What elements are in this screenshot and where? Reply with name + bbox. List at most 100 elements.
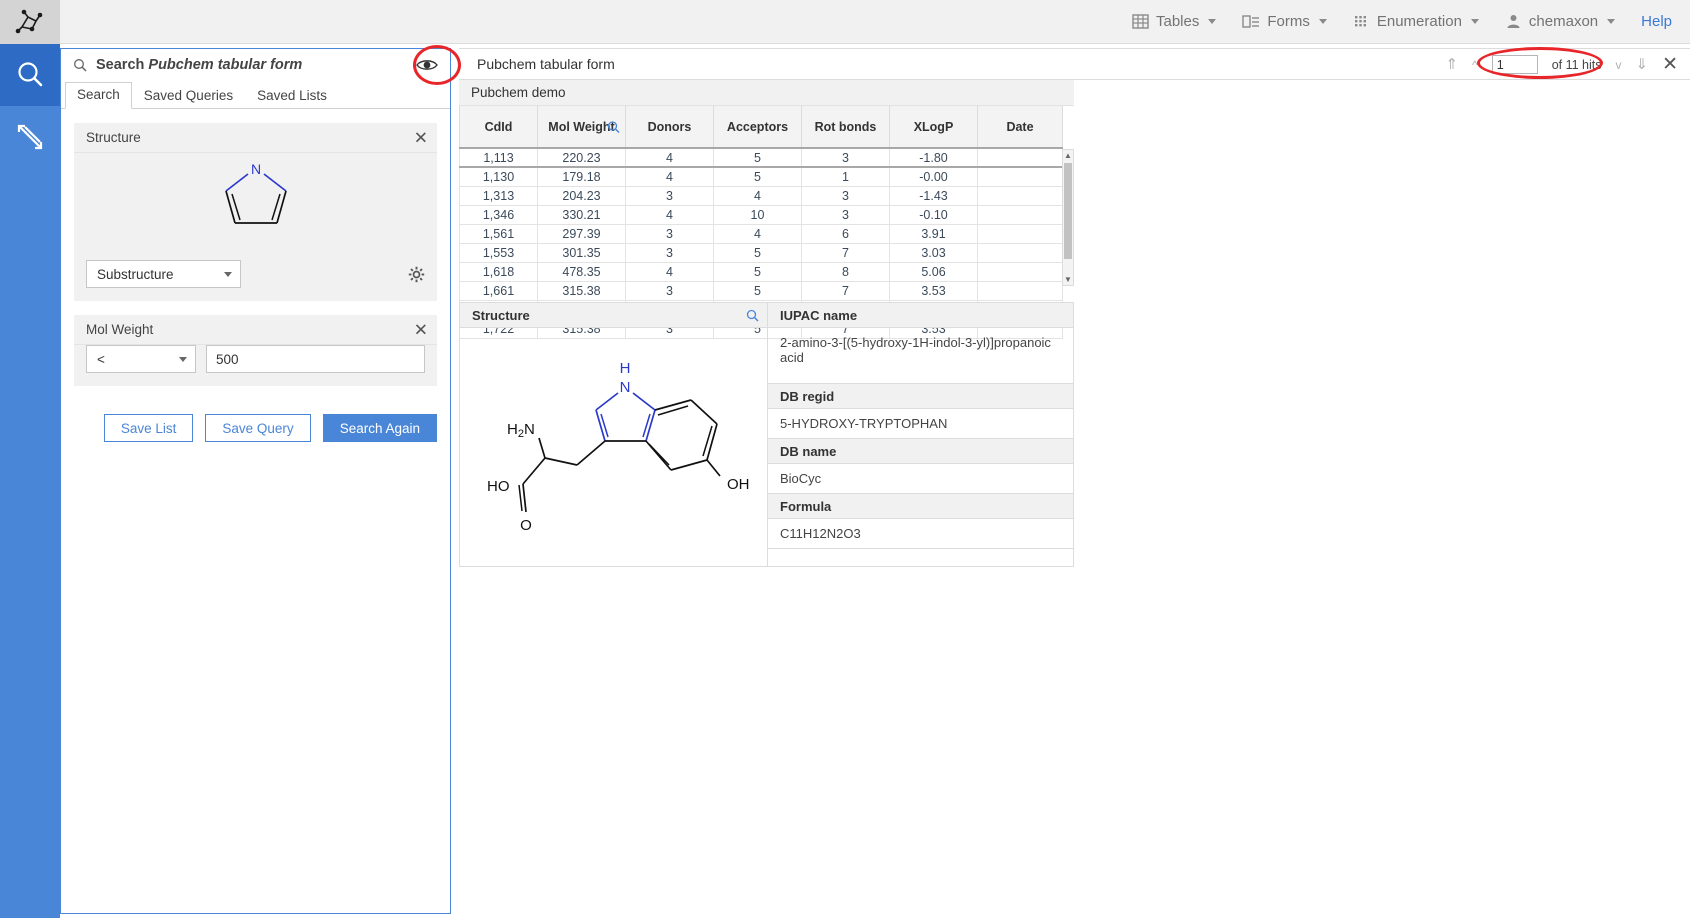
table-cell[interactable]: 330.21 bbox=[538, 205, 626, 224]
table-cell[interactable]: 3.03 bbox=[890, 243, 978, 262]
close-icon[interactable]: ✕ bbox=[414, 321, 428, 338]
table-cell[interactable]: 1,561 bbox=[460, 224, 538, 243]
table-row[interactable]: 1,113220.23453-1.80 bbox=[460, 148, 1063, 167]
tab-saved-lists[interactable]: Saved Lists bbox=[245, 83, 339, 109]
field-value-iupac-name[interactable]: 2-amino-3-[(5-hydroxy-1H-indol-3-yl)]pro… bbox=[768, 328, 1073, 384]
gear-icon[interactable] bbox=[408, 266, 425, 283]
save-query-button[interactable]: Save Query bbox=[205, 414, 310, 442]
chevron-up-small-icon[interactable]: ^ bbox=[1472, 59, 1478, 71]
column-search-icon[interactable] bbox=[607, 120, 620, 133]
table-cell[interactable]: 5 bbox=[714, 262, 802, 281]
table-cell[interactable]: 1,113 bbox=[460, 148, 538, 167]
table-cell[interactable]: 4 bbox=[626, 167, 714, 186]
table-row[interactable]: 1,618478.354585.06 bbox=[460, 262, 1063, 281]
table-cell[interactable]: 5 bbox=[714, 148, 802, 167]
table-cell[interactable]: 4 bbox=[626, 205, 714, 224]
close-icon[interactable]: ✕ bbox=[414, 129, 428, 146]
table-row[interactable]: 1,130179.18451-0.00 bbox=[460, 167, 1063, 186]
search-type-select[interactable]: Substructure bbox=[86, 260, 241, 288]
table-cell[interactable]: 1,313 bbox=[460, 186, 538, 205]
table-cell[interactable] bbox=[978, 243, 1063, 262]
col-cdid[interactable]: CdId bbox=[460, 106, 538, 148]
table-cell[interactable]: 4 bbox=[714, 186, 802, 205]
table-cell[interactable]: 1 bbox=[802, 167, 890, 186]
table-cell[interactable] bbox=[978, 262, 1063, 281]
table-cell[interactable]: 3.91 bbox=[890, 224, 978, 243]
help-link[interactable]: Help bbox=[1641, 13, 1672, 30]
tab-saved-queries[interactable]: Saved Queries bbox=[132, 83, 245, 109]
app-logo[interactable] bbox=[0, 0, 60, 44]
table-cell[interactable]: 1,130 bbox=[460, 167, 538, 186]
table-cell[interactable]: 7 bbox=[802, 281, 890, 300]
search-again-button[interactable]: Search Again bbox=[323, 414, 437, 442]
table-cell[interactable]: 220.23 bbox=[538, 148, 626, 167]
table-cell[interactable]: 3 bbox=[626, 186, 714, 205]
chevrons-up-icon[interactable]: ⇑ bbox=[1445, 57, 1458, 72]
table-cell[interactable]: 1,553 bbox=[460, 243, 538, 262]
col-acceptors[interactable]: Acceptors bbox=[714, 106, 802, 148]
chevrons-down-icon[interactable]: ⇓ bbox=[1636, 57, 1649, 72]
table-cell[interactable]: 3.53 bbox=[890, 281, 978, 300]
table-cell[interactable]: -1.43 bbox=[890, 186, 978, 205]
table-cell[interactable]: 3 bbox=[802, 148, 890, 167]
table-cell[interactable]: 8 bbox=[802, 262, 890, 281]
table-cell[interactable] bbox=[978, 186, 1063, 205]
table-cell[interactable]: 301.35 bbox=[538, 243, 626, 262]
col-date[interactable]: Date bbox=[978, 106, 1063, 148]
table-row[interactable]: 1,346330.214103-0.10 bbox=[460, 205, 1063, 224]
table-cell[interactable]: 3 bbox=[626, 243, 714, 262]
nav-enumeration[interactable]: Enumeration bbox=[1353, 13, 1479, 30]
close-icon[interactable]: ✕ bbox=[1662, 55, 1678, 74]
table-cell[interactable]: 5 bbox=[714, 243, 802, 262]
table-cell[interactable]: 3 bbox=[802, 205, 890, 224]
table-row[interactable]: 1,661315.383573.53 bbox=[460, 281, 1063, 300]
chevron-down-small-icon[interactable]: v bbox=[1616, 59, 1622, 71]
nav-forms[interactable]: Forms bbox=[1242, 13, 1327, 30]
structure-sketch-canvas[interactable]: N bbox=[74, 153, 437, 249]
rail-item-structure-transform[interactable] bbox=[0, 106, 60, 168]
nav-user-menu[interactable]: chemaxon bbox=[1505, 13, 1615, 30]
detail-molecule-canvas[interactable]: H N bbox=[460, 328, 767, 567]
field-value-formula[interactable]: C11H12N2O3 bbox=[768, 519, 1073, 549]
table-cell[interactable]: 1,618 bbox=[460, 262, 538, 281]
table-cell[interactable] bbox=[978, 205, 1063, 224]
col-rot-bonds[interactable]: Rot bonds bbox=[802, 106, 890, 148]
table-cell[interactable]: 315.38 bbox=[538, 281, 626, 300]
table-cell[interactable]: -0.10 bbox=[890, 205, 978, 224]
table-cell[interactable]: 4 bbox=[626, 148, 714, 167]
table-cell[interactable]: -1.80 bbox=[890, 148, 978, 167]
table-cell[interactable]: 4 bbox=[626, 262, 714, 281]
table-cell[interactable]: 3 bbox=[626, 224, 714, 243]
scroll-down-icon[interactable]: ▼ bbox=[1063, 274, 1073, 285]
table-cell[interactable]: 1,346 bbox=[460, 205, 538, 224]
table-row[interactable]: 1,553301.353573.03 bbox=[460, 243, 1063, 262]
table-cell[interactable] bbox=[978, 281, 1063, 300]
table-cell[interactable]: 3 bbox=[626, 281, 714, 300]
hit-index-input[interactable] bbox=[1492, 55, 1538, 74]
rail-item-search[interactable] bbox=[0, 44, 60, 106]
table-cell[interactable]: 3 bbox=[802, 186, 890, 205]
table-row[interactable]: 1,313204.23343-1.43 bbox=[460, 186, 1063, 205]
table-cell[interactable] bbox=[978, 148, 1063, 167]
molweight-value-input[interactable] bbox=[206, 345, 425, 373]
molweight-operator-select[interactable]: < bbox=[86, 345, 196, 373]
save-list-button[interactable]: Save List bbox=[104, 414, 194, 442]
eye-icon[interactable] bbox=[414, 53, 440, 77]
col-xlogp[interactable]: XLogP bbox=[890, 106, 978, 148]
table-cell[interactable]: 5 bbox=[714, 281, 802, 300]
table-cell[interactable]: 179.18 bbox=[538, 167, 626, 186]
table-cell[interactable]: 4 bbox=[714, 224, 802, 243]
table-cell[interactable]: 1,661 bbox=[460, 281, 538, 300]
table-cell[interactable]: 5.06 bbox=[890, 262, 978, 281]
field-value-db-regid[interactable]: 5-HYDROXY-TRYPTOPHAN bbox=[768, 409, 1073, 439]
field-value-db-name[interactable]: BioCyc bbox=[768, 464, 1073, 494]
table-cell[interactable]: 7 bbox=[802, 243, 890, 262]
structure-search-icon[interactable] bbox=[746, 309, 759, 322]
table-cell[interactable] bbox=[978, 224, 1063, 243]
table-cell[interactable]: 6 bbox=[802, 224, 890, 243]
table-cell[interactable]: 5 bbox=[714, 167, 802, 186]
col-donors[interactable]: Donors bbox=[626, 106, 714, 148]
scrollbar-thumb[interactable] bbox=[1064, 163, 1072, 259]
scroll-up-icon[interactable]: ▲ bbox=[1063, 150, 1073, 161]
tab-search[interactable]: Search bbox=[65, 82, 132, 109]
